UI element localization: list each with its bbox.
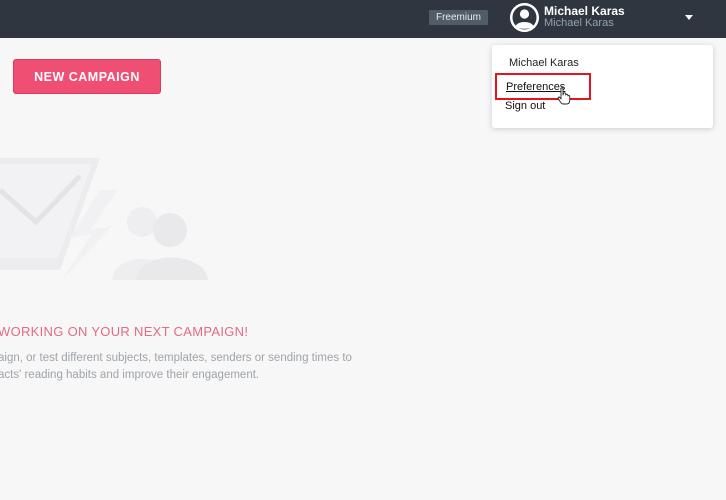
top-navigation-bar: Freemium Michael Karas Michael Karas xyxy=(0,0,726,38)
user-subtitle: Michael Karas xyxy=(544,17,614,29)
empty-state-illustration xyxy=(0,150,220,290)
empty-state-description-line: acts' reading habits and improve their e… xyxy=(0,369,260,381)
empty-state-description-line: aign, or test different subjects, templa… xyxy=(0,352,352,364)
user-avatar-icon[interactable] xyxy=(510,3,539,32)
empty-state-title: WORKING ON YOUR NEXT CAMPAIGN! xyxy=(0,324,249,339)
caret-down-icon[interactable] xyxy=(680,10,698,24)
new-campaign-button[interactable]: NEW CAMPAIGN xyxy=(13,59,161,94)
sign-out-menu-item[interactable]: Sign out xyxy=(505,100,545,112)
hand-pointer-cursor-icon xyxy=(557,87,571,105)
plan-badge: Freemium xyxy=(429,10,488,25)
user-name[interactable]: Michael Karas xyxy=(544,4,625,18)
preferences-menu-item[interactable]: Preferences xyxy=(495,73,591,100)
user-dropdown-menu: Michael Karas Preferences Sign out xyxy=(492,45,713,128)
dropdown-user-name: Michael Karas xyxy=(509,57,579,69)
